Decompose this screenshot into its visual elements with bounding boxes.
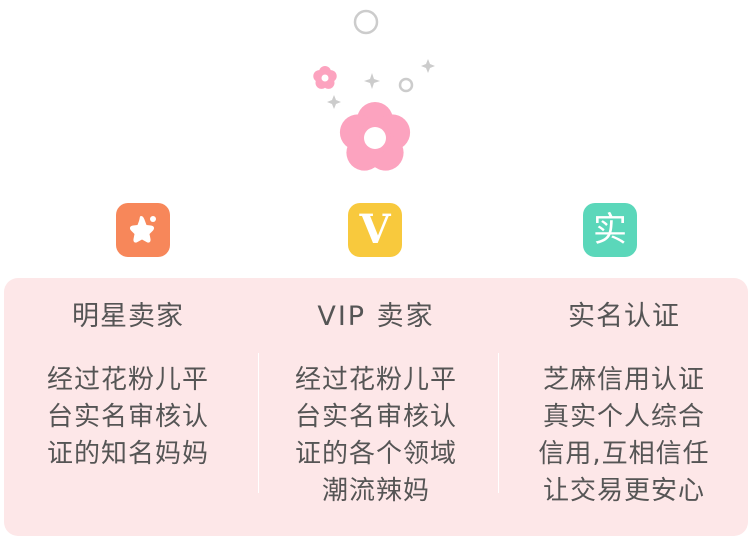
sparkle-icon — [421, 59, 435, 73]
ring-icon — [398, 77, 414, 93]
real-name-badge: 实 — [583, 203, 637, 257]
description-line: 经过花粉儿平 — [46, 365, 209, 395]
large-flower-icon — [339, 102, 411, 171]
feature-title: 实名认证 — [568, 301, 680, 332]
star-seller-badge — [116, 203, 170, 257]
description-line: 台实名审核认 — [294, 402, 457, 432]
sparkle-icon — [327, 95, 341, 109]
feature-description: 经过花粉儿平 台实名审核认 证的知名妈妈 — [4, 362, 252, 473]
feature-description: 经过花粉儿平 台实名审核认 证的各个领域 潮流辣妈 — [252, 362, 500, 510]
feature-star-seller: 明星卖家 经过花粉儿平 台实名审核认 证的知名妈妈 — [4, 278, 252, 473]
column-divider — [498, 353, 499, 493]
feature-vip-seller: VIP 卖家 经过花粉儿平 台实名审核认 证的各个领域 潮流辣妈 — [252, 278, 500, 510]
star-icon — [129, 216, 156, 243]
feature-title: 明星卖家 — [72, 301, 184, 332]
vip-seller-badge: V — [348, 203, 402, 257]
ring-icon — [353, 9, 379, 35]
feature-real-name: 实名认证 芝麻信用认证 真实个人综合 信用,互相信任 让交易更安心 — [500, 278, 748, 510]
flower-decoration — [313, 9, 435, 171]
description-line: 让交易更安心 — [542, 476, 705, 506]
feature-title: VIP 卖家 — [317, 301, 435, 332]
small-flower-icon — [313, 66, 337, 89]
description-line: 台实名审核认 — [46, 402, 209, 432]
description-line: 证的知名妈妈 — [46, 439, 209, 469]
features-panel: 明星卖家 经过花粉儿平 台实名审核认 证的知名妈妈 VIP 卖家 经过花粉儿平 … — [4, 278, 748, 536]
description-line: 证的各个领域 — [294, 439, 457, 469]
feature-description: 芝麻信用认证 真实个人综合 信用,互相信任 让交易更安心 — [500, 362, 748, 510]
description-line: 潮流辣妈 — [321, 476, 430, 506]
description-line: 经过花粉儿平 — [294, 365, 457, 395]
description-line: 真实个人综合 — [542, 402, 705, 432]
description-line: 信用,互相信任 — [538, 439, 710, 469]
vip-v-icon: V — [359, 206, 391, 253]
real-name-icon: 实 — [593, 210, 627, 250]
sparkle-icon — [364, 73, 380, 89]
description-line: 芝麻信用认证 — [542, 365, 705, 395]
